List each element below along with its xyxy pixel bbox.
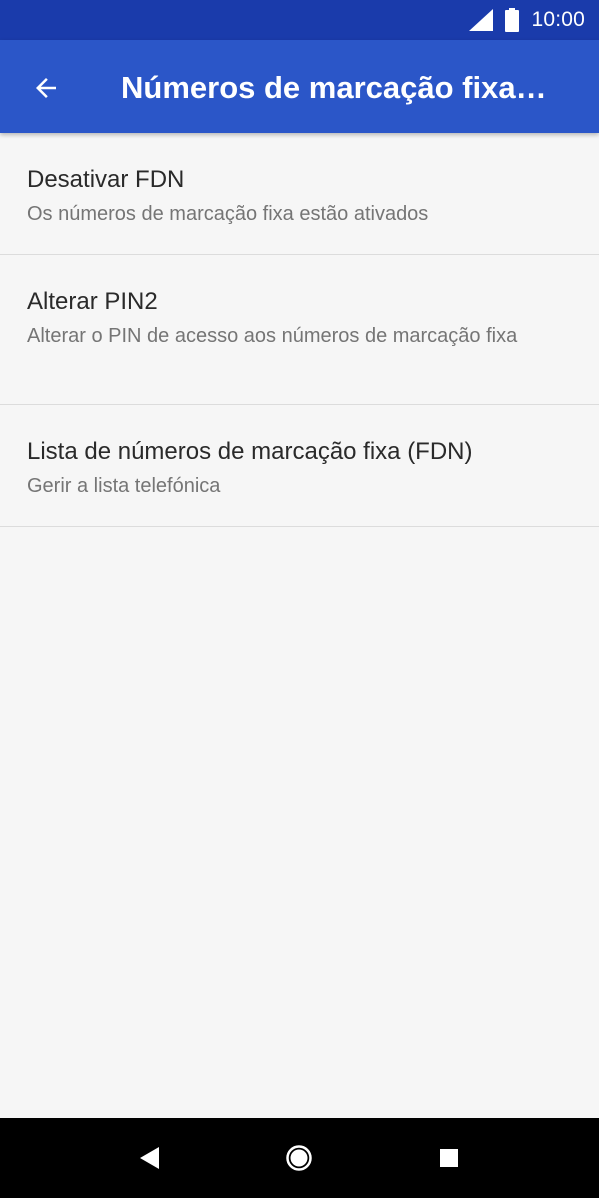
home-circle-icon <box>286 1145 312 1171</box>
battery-icon <box>505 8 520 32</box>
back-triangle-icon <box>140 1147 159 1169</box>
list-item-subtitle: Alterar o PIN de acesso aos números de m… <box>27 325 518 347</box>
settings-list: Desativar FDN Os números de marcação fix… <box>0 133 599 527</box>
status-icons: 10:00 <box>469 0 585 40</box>
nav-recents-button[interactable] <box>424 1133 474 1183</box>
back-button[interactable] <box>20 62 72 114</box>
list-item-title: Alterar PIN2 <box>27 288 158 315</box>
recents-square-icon <box>440 1149 458 1167</box>
app-bar: Números de marcação fixa… <box>0 40 599 133</box>
nav-back-button[interactable] <box>125 1133 175 1183</box>
page-title: Números de marcação fixa… <box>121 70 547 105</box>
nav-home-button[interactable] <box>274 1133 324 1183</box>
status-time: 10:00 <box>531 8 585 31</box>
arrow-left-icon <box>36 78 56 98</box>
list-item-title: Desativar FDN <box>27 166 185 193</box>
signal-icon <box>469 9 494 31</box>
navigation-bar <box>0 1118 599 1198</box>
status-bar: 10:00 <box>0 0 599 40</box>
list-item-title: Lista de números de marcação fixa (FDN) <box>27 438 473 465</box>
list-item-fdn-list[interactable]: Lista de números de marcação fixa (FDN) … <box>0 405 599 527</box>
list-item-change-pin2[interactable]: Alterar PIN2 Alterar o PIN de acesso aos… <box>0 255 599 405</box>
list-item-subtitle: Gerir a lista telefónica <box>27 475 221 497</box>
list-item-disable-fdn[interactable]: Desativar FDN Os números de marcação fix… <box>0 133 599 255</box>
list-item-subtitle: Os números de marcação fixa estão ativad… <box>27 203 429 225</box>
